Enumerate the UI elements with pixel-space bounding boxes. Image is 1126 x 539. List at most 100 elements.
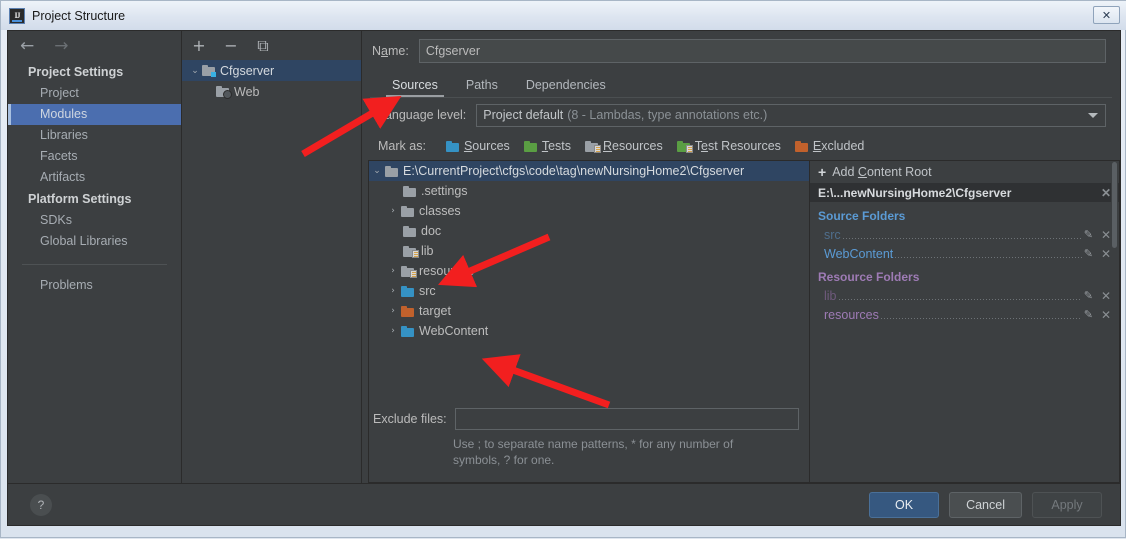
tree-row-src[interactable]: › src bbox=[369, 281, 809, 301]
tree-row-label: resources bbox=[419, 264, 474, 278]
remove-icon[interactable]: ✕ bbox=[1101, 308, 1111, 322]
exclude-files-label: Exclude files: bbox=[373, 412, 447, 426]
chevron-right-icon[interactable]: › bbox=[385, 306, 401, 316]
language-level-label: Language level: bbox=[378, 108, 467, 122]
chevron-right-icon[interactable]: › bbox=[385, 286, 401, 296]
sidebar-item-facets[interactable]: Facets bbox=[8, 146, 181, 167]
chevron-down-icon[interactable]: ⌄ bbox=[369, 166, 385, 176]
sidebar-item-artifacts[interactable]: Artifacts bbox=[8, 167, 181, 188]
content-tree-pane: ⌄ E:\CurrentProject\cfgs\code\tag\newNur… bbox=[368, 160, 809, 483]
content-root-path-row[interactable]: E:\...newNursingHome2\Cfgserver ✕ bbox=[810, 183, 1119, 202]
add-content-root-button[interactable]: + Add Content Root bbox=[810, 161, 1119, 183]
mark-as-label: Mark as: bbox=[378, 139, 426, 153]
chevron-down-icon[interactable]: ⌄ bbox=[188, 66, 202, 76]
resource-folder-row-resources[interactable]: resources ✎ ✕ bbox=[810, 305, 1119, 324]
module-editor: Name: Cfgserver Sources Paths Dependenci… bbox=[362, 31, 1120, 483]
name-input[interactable]: Cfgserver bbox=[418, 39, 1106, 63]
tree-row-label: src bbox=[419, 284, 436, 298]
folder-tests-icon bbox=[523, 140, 537, 152]
forward-arrow-icon[interactable]: → bbox=[54, 37, 68, 55]
resource-folder-name: lib bbox=[824, 288, 837, 303]
web-facet-icon bbox=[216, 86, 232, 99]
tree-row-lib[interactable]: lib bbox=[369, 241, 809, 261]
mark-as-excluded-button[interactable]: Excluded bbox=[794, 139, 865, 153]
tree-row-doc[interactable]: doc bbox=[369, 221, 809, 241]
folder-resources-icon bbox=[585, 140, 601, 153]
close-icon[interactable]: ✕ bbox=[1101, 186, 1111, 200]
mark-as-resources-button[interactable]: Resources bbox=[585, 139, 663, 153]
exclude-files-input[interactable] bbox=[454, 408, 799, 430]
ok-button[interactable]: OK bbox=[869, 491, 940, 518]
folder-icon bbox=[401, 205, 414, 217]
mark-as-excluded-label: Excluded bbox=[812, 139, 865, 153]
mark-as-test-resources-button[interactable]: Test Resources bbox=[676, 139, 781, 153]
language-level-select[interactable]: Project default (8 - Lambdas, type annot… bbox=[476, 103, 1106, 127]
sidebar-item-global-libraries[interactable]: Global Libraries bbox=[8, 231, 181, 252]
folder-sources-icon bbox=[401, 325, 414, 337]
module-row-web[interactable]: Web bbox=[182, 81, 361, 102]
tree-row-settings[interactable]: .settings bbox=[369, 181, 809, 201]
help-button[interactable]: ? bbox=[30, 493, 52, 516]
window-title: Project Structure bbox=[32, 8, 126, 23]
chevron-down-icon[interactable] bbox=[1088, 113, 1098, 118]
edit-icon[interactable]: ✎ bbox=[1084, 247, 1093, 260]
mark-as-tests-button[interactable]: Tests bbox=[523, 139, 571, 153]
tree-row-resources[interactable]: › resources bbox=[369, 261, 809, 281]
tree-row-webcontent[interactable]: › WebContent bbox=[369, 321, 809, 341]
back-arrow-icon[interactable]: ← bbox=[20, 37, 34, 55]
tree-row-label: WebContent bbox=[419, 324, 489, 338]
settings-sidebar: ← → Project Settings Project Modules Lib… bbox=[8, 31, 182, 483]
language-level-value: Project default bbox=[483, 108, 564, 122]
tab-dependencies[interactable]: Dependencies bbox=[512, 78, 620, 97]
source-folder-name: src bbox=[824, 227, 841, 242]
tab-paths[interactable]: Paths bbox=[452, 78, 512, 97]
mark-as-resources-label: Resources bbox=[603, 139, 663, 153]
sidebar-group-project-settings: Project Settings bbox=[28, 65, 124, 79]
mark-as-sources-button[interactable]: Sources bbox=[445, 139, 510, 153]
language-level-hint: (8 - Lambdas, type annotations etc.) bbox=[567, 108, 768, 122]
tree-row-content-root[interactable]: ⌄ E:\CurrentProject\cfgs\code\tag\newNur… bbox=[369, 161, 809, 181]
tree-row-classes[interactable]: › classes bbox=[369, 201, 809, 221]
source-folder-row-webcontent[interactable]: WebContent ✎ ✕ bbox=[810, 244, 1119, 263]
exclude-section: Exclude files: Use ; to separate name pa… bbox=[369, 408, 809, 482]
add-module-icon[interactable]: + bbox=[190, 37, 208, 55]
chevron-right-icon[interactable]: › bbox=[385, 206, 401, 216]
close-icon[interactable]: ✕ bbox=[1093, 6, 1120, 24]
resource-folders-heading: Resource Folders bbox=[818, 270, 920, 284]
source-folder-row-src[interactable]: src ✎ ✕ bbox=[810, 225, 1119, 244]
nav-arrows: ← → bbox=[8, 31, 181, 61]
cancel-button[interactable]: Cancel bbox=[949, 491, 1022, 518]
sidebar-item-modules[interactable]: Modules bbox=[8, 104, 181, 125]
modules-panel: + − ⧉ ⌄ Cfgserver Web bbox=[182, 31, 362, 483]
chevron-right-icon[interactable]: › bbox=[385, 266, 401, 276]
content-file-tree: ⌄ E:\CurrentProject\cfgs\code\tag\newNur… bbox=[369, 161, 809, 341]
apply-button[interactable]: Apply bbox=[1032, 491, 1102, 518]
scrollbar-thumb[interactable] bbox=[1112, 162, 1117, 248]
remove-icon[interactable]: ✕ bbox=[1101, 247, 1111, 261]
sidebar-item-project[interactable]: Project bbox=[8, 83, 181, 104]
title-bar: IJ Project Structure ✕ bbox=[1, 1, 1126, 30]
dotted-leader bbox=[895, 257, 1082, 258]
edit-icon[interactable]: ✎ bbox=[1084, 289, 1093, 302]
folder-resources-icon bbox=[401, 265, 417, 278]
resource-folder-row-lib[interactable]: lib ✎ ✕ bbox=[810, 286, 1119, 305]
project-structure-window: IJ Project Structure ✕ ← → Project Setti… bbox=[0, 0, 1126, 538]
mark-as-tests-label: Tests bbox=[541, 139, 571, 153]
name-label: Name: bbox=[372, 44, 409, 58]
remove-icon[interactable]: ✕ bbox=[1101, 289, 1111, 303]
edit-icon[interactable]: ✎ bbox=[1084, 308, 1093, 321]
remove-icon[interactable]: ✕ bbox=[1101, 228, 1111, 242]
remove-module-icon[interactable]: − bbox=[222, 37, 240, 55]
sidebar-item-sdks[interactable]: SDKs bbox=[8, 210, 181, 231]
tab-sources[interactable]: Sources bbox=[378, 78, 452, 97]
sidebar-item-problems[interactable]: Problems bbox=[8, 275, 181, 296]
content-roots-scrollbar[interactable] bbox=[1111, 162, 1118, 481]
edit-icon[interactable]: ✎ bbox=[1084, 228, 1093, 241]
folder-test-resources-icon bbox=[676, 140, 693, 153]
copy-module-icon[interactable]: ⧉ bbox=[254, 37, 272, 55]
source-folders-heading: Source Folders bbox=[818, 209, 906, 223]
sidebar-item-libraries[interactable]: Libraries bbox=[8, 125, 181, 146]
module-row-cfgserver[interactable]: ⌄ Cfgserver bbox=[182, 60, 361, 81]
chevron-right-icon[interactable]: › bbox=[385, 326, 401, 336]
tree-row-target[interactable]: › target bbox=[369, 301, 809, 321]
